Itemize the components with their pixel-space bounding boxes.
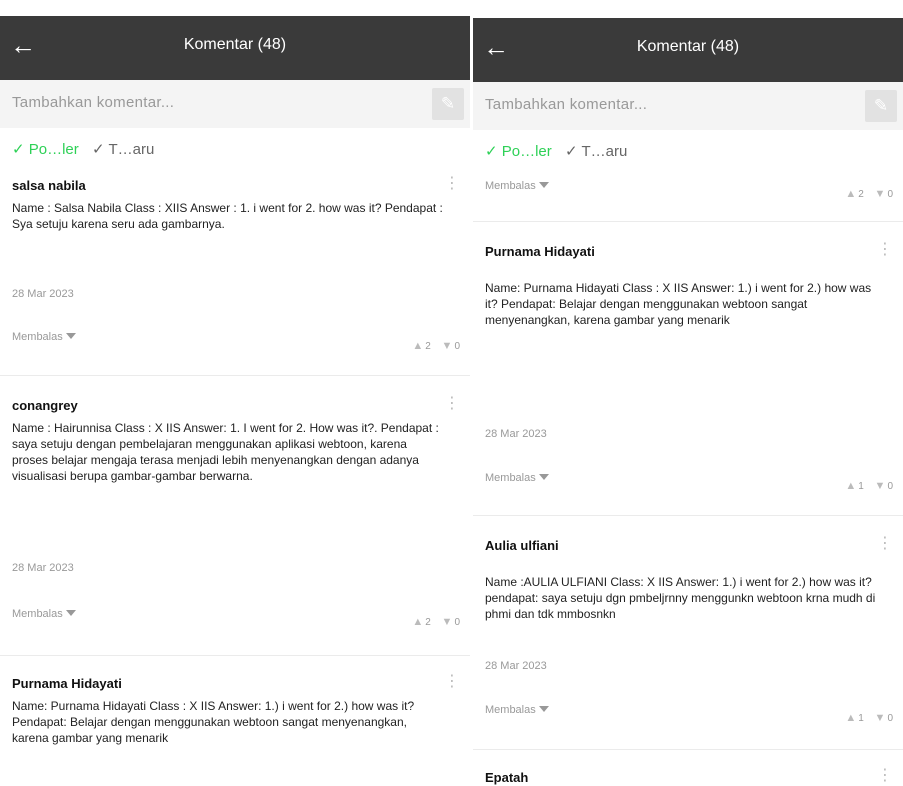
reply-toggle[interactable]: Membalas (12, 331, 76, 343)
dislike-count: 0 (887, 481, 893, 492)
comment-text: Name: Purnama Hidayati Class : X IIS Ans… (12, 699, 415, 745)
comment-item: salsa nabila ⋮ Name : Salsa Nabila Class… (0, 170, 470, 376)
sort-popular-tab[interactable]: ✓ Po…ler (12, 140, 79, 158)
sort-popular-tab[interactable]: ✓ Po…ler (485, 142, 552, 160)
comment-item: Purnama Hidayati ⋮ Name: Purnama Hidayat… (473, 222, 903, 516)
sort-newest-tab[interactable]: ✓ T…aru (565, 142, 627, 160)
vote-buttons: ▲ 2 ▼ 0 (412, 616, 460, 628)
more-vertical-icon[interactable]: ⋮ (444, 176, 460, 192)
reply-toggle[interactable]: Membalas (485, 472, 549, 484)
like-count: 1 (858, 481, 864, 492)
pencil-icon[interactable]: ✎ (432, 88, 464, 120)
comment-item: Aulia ulfiani ⋮ Name :AULIA ULFIANI Clas… (473, 516, 903, 750)
sort-tabs: ✓ Po…ler ✓ T…aru (473, 130, 903, 172)
reply-toggle[interactable]: Membalas (485, 704, 549, 716)
like-count: 2 (425, 341, 431, 352)
thumbs-up-icon[interactable]: ▲ (412, 616, 423, 628)
sort-tabs: ✓ Po…ler ✓ T…aru (0, 128, 470, 170)
more-vertical-icon[interactable]: ⋮ (444, 396, 460, 412)
dislike-count: 0 (454, 617, 460, 628)
reply-label: Membalas (485, 704, 536, 716)
comment-input[interactable]: Tambahkan komentar... ✎ (0, 80, 470, 128)
comment-date: 28 Mar 2023 (485, 660, 547, 672)
vote-buttons: ▲ 2 ▼ 0 (845, 188, 893, 200)
like-count: 2 (425, 617, 431, 628)
vote-buttons: ▲ 1 ▼ 0 (845, 712, 893, 724)
comment-author[interactable]: Aulia ulfiani (485, 538, 559, 553)
thumbs-down-icon[interactable]: ▼ (442, 340, 453, 352)
thumbs-down-icon[interactable]: ▼ (875, 712, 886, 724)
more-vertical-icon[interactable]: ⋮ (877, 536, 893, 552)
caret-down-icon (538, 706, 549, 712)
more-vertical-icon[interactable]: ⋮ (877, 242, 893, 258)
thumbs-down-icon[interactable]: ▼ (875, 480, 886, 492)
reply-toggle[interactable]: Membalas (485, 180, 549, 192)
dislike-count: 0 (887, 189, 893, 200)
caret-down-icon (65, 610, 76, 616)
pencil-icon[interactable]: ✎ (865, 90, 897, 122)
comment-text: Name: Purnama Hidayati Class : X IIS Ans… (485, 281, 872, 327)
thumbs-down-icon[interactable]: ▼ (442, 616, 453, 628)
dislike-count: 0 (454, 341, 460, 352)
left-phone-screen: ← Komentar (48) Tambahkan komentar... ✎ … (0, 16, 470, 786)
comment-author[interactable]: Purnama Hidayati (12, 676, 122, 691)
comment-date: 28 Mar 2023 (485, 428, 547, 440)
reply-label: Membalas (485, 180, 536, 192)
comment-item: Purnama Hidayati ⋮ Name: Purnama Hidayat… (0, 656, 470, 786)
reply-label: Membalas (12, 608, 63, 620)
reply-label: Membalas (485, 472, 536, 484)
comment-date: 28 Mar 2023 (12, 288, 74, 300)
reply-label: Membalas (12, 331, 63, 343)
comment-text: Name : Salsa Nabila Class : XIIS Answer … (12, 201, 443, 231)
like-count: 1 (858, 713, 864, 724)
caret-down-icon (538, 474, 549, 480)
like-count: 2 (858, 189, 864, 200)
comment-text: Name :AULIA ULFIANI Class: X IIS Answer:… (485, 575, 876, 621)
comment-input[interactable]: Tambahkan komentar... ✎ (473, 82, 903, 130)
comment-item: conangrey ⋮ Name : Hairunnisa Class : X … (0, 376, 470, 656)
right-phone-screen: ← Komentar (48) Tambahkan komentar... ✎ … (473, 18, 903, 786)
page-title: Komentar (48) (183, 36, 287, 53)
dislike-count: 0 (887, 713, 893, 724)
thumbs-up-icon[interactable]: ▲ (845, 188, 856, 200)
comment-item: Epatah ⋮ (473, 750, 903, 786)
vote-buttons: ▲ 2 ▼ 0 (412, 340, 460, 352)
comment-author[interactable]: Purnama Hidayati (485, 244, 595, 259)
caret-down-icon (65, 333, 76, 339)
top-app-bar: ← Komentar (48) (473, 18, 903, 82)
comment-author[interactable]: conangrey (12, 398, 78, 413)
thumbs-up-icon[interactable]: ▲ (845, 712, 856, 724)
comment-input-placeholder: Tambahkan komentar... (12, 94, 175, 111)
sort-newest-tab[interactable]: ✓ T…aru (92, 140, 154, 158)
thumbs-up-icon[interactable]: ▲ (412, 340, 423, 352)
vote-buttons: ▲ 1 ▼ 0 (845, 480, 893, 492)
comment-date: 28 Mar 2023 (12, 562, 74, 574)
comment-item: Membalas ▲ 2 ▼ 0 (473, 172, 903, 222)
thumbs-up-icon[interactable]: ▲ (845, 480, 856, 492)
comment-author[interactable]: salsa nabila (12, 178, 86, 193)
caret-down-icon (538, 182, 549, 188)
top-app-bar: ← Komentar (48) (0, 16, 470, 80)
page-title: Komentar (48) (636, 38, 740, 55)
comment-input-placeholder: Tambahkan komentar... (485, 96, 648, 113)
comment-feed[interactable]: salsa nabila ⋮ Name : Salsa Nabila Class… (0, 170, 470, 786)
comment-text: Name : Hairunnisa Class : X IIS Answer: … (12, 421, 439, 483)
reply-toggle[interactable]: Membalas (12, 608, 76, 620)
comment-feed[interactable]: Membalas ▲ 2 ▼ 0 Purnama Hidayati ⋮ Name: … (473, 172, 903, 786)
more-vertical-icon[interactable]: ⋮ (877, 768, 893, 784)
thumbs-down-icon[interactable]: ▼ (875, 188, 886, 200)
more-vertical-icon[interactable]: ⋮ (444, 674, 460, 690)
comment-author[interactable]: Epatah (485, 770, 528, 785)
